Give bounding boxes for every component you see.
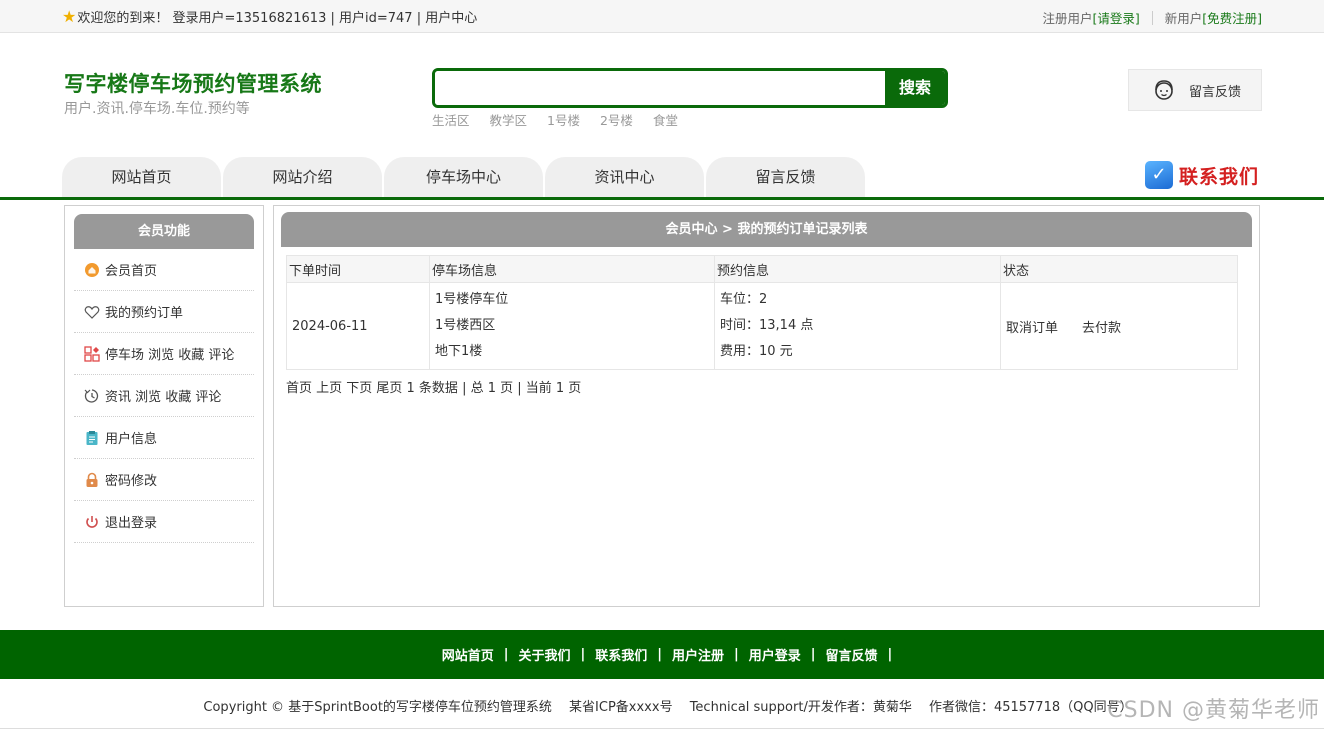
sidebar-menu: 会员首页我的预约订单停车场 浏览 收藏 评论 资讯 浏览 收藏 评论 用户信息密码修… xyxy=(74,249,254,543)
sidebar-item[interactable]: 停车场 浏览 收藏 评论 xyxy=(74,333,254,375)
parking-info-line: 地下1楼 xyxy=(435,344,483,359)
hot-keywords: 生活区 教学区 1号楼 2号楼 食堂 xyxy=(432,110,678,129)
main-panel: 会员中心 > 我的预约订单记录列表 下单时间 停车场信息 预约信息 状态 202… xyxy=(273,205,1260,607)
home-icon xyxy=(84,262,100,278)
table-row: 2024-06-11 1号楼停车位 1号楼西区地下1楼 车位：2 时间：13,14 点费… xyxy=(286,282,1238,370)
order-table: 下单时间 停车场信息 预约信息 状态 2024-06-11 1号楼停车位 1号楼西区… xyxy=(286,255,1238,370)
sidebar-item[interactable]: 资讯 浏览 收藏 评论 xyxy=(74,375,254,417)
parking-info-cell: 1号楼停车位 1号楼西区地下1楼 xyxy=(429,282,715,370)
column-header: 停车场信息 xyxy=(429,255,715,283)
search-box: 搜索 xyxy=(432,68,948,108)
footer-link[interactable]: 关于我们 xyxy=(508,645,580,664)
search-input[interactable] xyxy=(435,71,887,105)
contact-us-label: 联系我们 xyxy=(1179,165,1260,188)
column-header: 预约信息 xyxy=(714,255,1001,283)
nav-tab[interactable]: 资讯中心 xyxy=(545,157,704,198)
contact-us-link[interactable]: ✓ 联系我们 xyxy=(1145,161,1259,189)
nav-tab[interactable]: 停车场中心 xyxy=(384,157,543,198)
feedback-label: 留言反馈 xyxy=(1189,84,1242,100)
order-time-cell: 2024-06-11 xyxy=(286,282,430,370)
footer-link[interactable]: 网站首页 xyxy=(432,645,504,664)
sidebar-item-label: 密码修改 xyxy=(105,474,158,489)
hot-keyword-link[interactable]: 1号楼 xyxy=(547,110,580,129)
breadcrumb: 会员中心 > 我的预约订单记录列表 xyxy=(281,212,1252,247)
sidebar-item-label: 停车场 浏览 收藏 评论 xyxy=(105,348,235,363)
footer-nav: 网站首页 | 关于我们 | 联系我们 | 用户注册 | 用户登录 | 留言反馈 | xyxy=(0,630,1324,679)
hot-keyword-link[interactable]: 2号楼 xyxy=(600,110,633,129)
cancel-order-link[interactable]: 取消订单 xyxy=(1006,321,1058,336)
watermark: CSDN @黄菊华老师 xyxy=(1107,698,1320,723)
register-user-label: 注册用户 xyxy=(1042,11,1093,26)
site-title[interactable]: 写字楼停车场预约管理系统 xyxy=(64,68,322,98)
account-links: 注册用户 [请登录] 新用户 [免费注册] xyxy=(1042,8,1262,27)
sidebar-item[interactable]: 退出登录 xyxy=(74,501,254,543)
divider xyxy=(1151,10,1153,25)
footer-link[interactable]: 用户注册 xyxy=(662,645,734,664)
nav-tab[interactable]: 网站介绍 xyxy=(223,157,382,198)
refresh-icon xyxy=(84,388,100,404)
bottom-divider xyxy=(0,728,1324,729)
star-icon: ★ xyxy=(62,6,77,26)
search-button[interactable]: 搜索 xyxy=(885,71,945,105)
clipboard-icon xyxy=(84,430,100,446)
lock-icon xyxy=(84,472,100,488)
reservation-info-line: 车位：2 xyxy=(720,292,768,307)
hot-keyword-link[interactable]: 生活区 xyxy=(432,110,470,129)
sidebar-item[interactable]: 我的预约订单 xyxy=(74,291,254,333)
main-nav: 网站首页 网站介绍 停车场中心 资讯中心 留言反馈 xyxy=(62,157,865,198)
reservation-info-line: 时间：13,14 点 xyxy=(720,318,814,333)
pagination: 首页 上页 下页 尾页 1 条数据 | 总 1 页 | 当前 1 页 xyxy=(286,381,582,396)
sidebar-item-label: 会员首页 xyxy=(105,264,158,279)
login-link[interactable]: [请登录] xyxy=(1092,8,1139,27)
sidebar-item-label: 用户信息 xyxy=(105,432,158,447)
power-icon xyxy=(84,514,100,530)
hot-keyword-link[interactable]: 教学区 xyxy=(490,110,528,129)
table-header-row: 下单时间 停车场信息 预约信息 状态 xyxy=(286,255,1238,283)
nav-underline xyxy=(0,197,1324,200)
footer-link[interactable]: 联系我们 xyxy=(585,645,657,664)
footer-separator: | xyxy=(887,647,893,662)
footer-link[interactable]: 用户登录 xyxy=(739,645,811,664)
top-bar: ★ 欢迎您的到来！ 登录用户=13516821613 | 用户id=747 | … xyxy=(0,0,1324,33)
sidebar-item-label: 退出登录 xyxy=(105,516,158,531)
customer-service-icon xyxy=(1155,80,1173,100)
pay-link[interactable]: 去付款 xyxy=(1082,321,1121,336)
column-header: 下单时间 xyxy=(286,255,430,283)
parking-info-line: 1号楼停车位 xyxy=(435,292,509,307)
reservation-info-line: 费用：10 元 xyxy=(720,344,793,359)
nav-tab[interactable]: 网站首页 xyxy=(62,157,221,198)
feedback-button[interactable]: 留言反馈 xyxy=(1128,69,1262,111)
member-sidebar: 会员功能 会员首页我的预约订单停车场 浏览 收藏 评论 资讯 浏览 收藏 评论 用户… xyxy=(64,205,264,607)
nav-tab[interactable]: 留言反馈 xyxy=(706,157,865,198)
sidebar-item[interactable]: 用户信息 xyxy=(74,417,254,459)
site-subtitle: 用户.资讯.停车场.车位.预约等 xyxy=(64,101,250,117)
sidebar-item[interactable]: 密码修改 xyxy=(74,459,254,501)
grid-icon xyxy=(84,345,100,362)
footer-link[interactable]: 留言反馈 xyxy=(816,645,888,664)
parking-info-line: 1号楼西区 xyxy=(435,318,496,333)
sidebar-title: 会员功能 xyxy=(74,214,254,249)
welcome-area: ★ 欢迎您的到来！ 登录用户=13516821613 | 用户id=747 | … xyxy=(62,7,477,26)
heart-icon xyxy=(84,304,100,320)
phone-icon: ✓ xyxy=(1145,161,1173,189)
new-user-label: 新用户 xyxy=(1164,11,1203,26)
sidebar-item-label: 我的预约订单 xyxy=(105,306,184,321)
reservation-info-cell: 车位：2 时间：13,14 点费用：10 元 xyxy=(714,282,1001,370)
status-cell: 取消订单 去付款 xyxy=(1000,282,1238,370)
welcome-text: 欢迎您的到来！ 登录用户=13516821613 | 用户id=747 | 用户… xyxy=(77,11,478,26)
hot-keyword-link[interactable]: 食堂 xyxy=(653,110,678,129)
sidebar-item-label: 资讯 浏览 收藏 评论 xyxy=(105,390,222,405)
free-register-link[interactable]: [免费注册] xyxy=(1202,8,1262,27)
column-header: 状态 xyxy=(1000,255,1238,283)
sidebar-item[interactable]: 会员首页 xyxy=(74,249,254,291)
